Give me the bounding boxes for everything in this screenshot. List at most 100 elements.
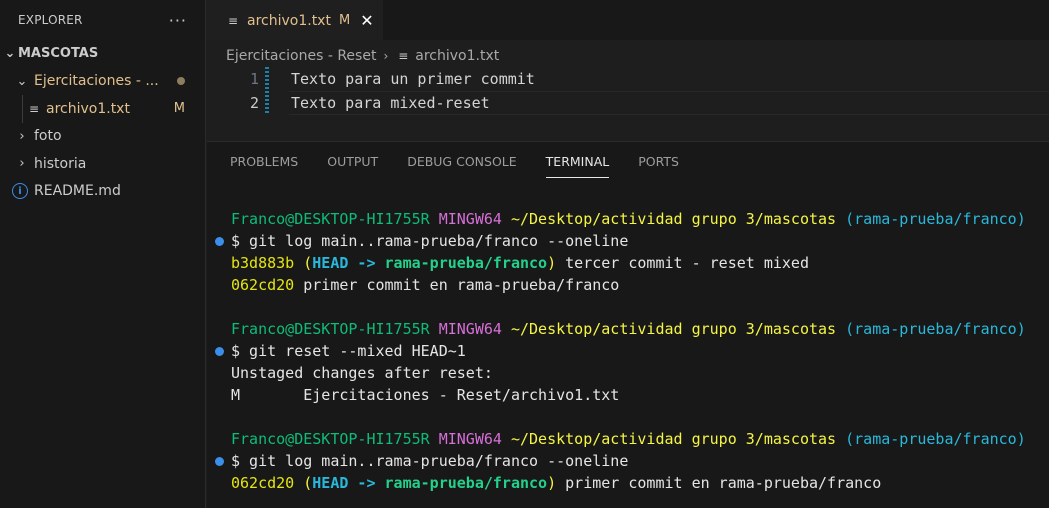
commit-message: tercer commit - reset mixed [556,254,809,272]
tab-status-badge: M [338,13,351,28]
commit-message: primer commit en rama-prueba/franco [556,474,882,492]
line-number: 1 [249,70,259,88]
terminal-output-line: Unstaged changes after reset: [207,362,1049,384]
file-label: README.md [34,183,121,200]
folder-label: foto [34,128,62,145]
workspace-root-label: MASCOTAS [18,46,99,62]
indent-guide [22,95,23,123]
prompt-env: MINGW64 [438,320,502,338]
tab-debug-console[interactable]: DEBUG CONSOLE [407,142,516,180]
tab-archivo1[interactable]: ≡ archivo1.txt M ✕ [207,0,383,40]
prompt-path: ~/Desktop/actividad grupo 3/mascotas [510,320,837,338]
chevron-down-icon: ⌄ [16,73,28,89]
folder-label: Ejercitaciones - ... [34,73,159,90]
tree-folder-ejercitaciones[interactable]: ⌄ Ejercitaciones - ... [0,68,205,96]
terminal-output-line: 062cd20 primer commit en rama-prueba/fra… [207,274,1049,296]
terminal-command-line: $ git reset --mixed HEAD~1 [207,340,1049,362]
commit-hash: b3d883b [231,254,295,272]
terminal-command-line: $ git log main..rama-prueba/franco --one… [207,230,1049,252]
command-text: $ git log main..rama-prueba/franco --one… [231,452,629,470]
command-decoration-icon[interactable] [215,347,224,356]
prompt-path: ~/Desktop/actividad grupo 3/mascotas [510,210,837,228]
terminal-prompt-line: Franco@DESKTOP-HI1755R MINGW64 ~/Desktop… [207,208,1049,230]
terminal-output-line: 062cd20 (HEAD -> rama-prueba/franco) pri… [207,472,1049,494]
commit-hash: 062cd20 [231,276,295,294]
output-text: M Ejercitaciones - Reset/archivo1.txt [231,386,620,404]
output-text: Unstaged changes after reset: [231,364,493,382]
folder-label: historia [34,155,87,172]
explorer-sidebar: EXPLORER ··· ⌄ MASCOTAS ⌄ Ejercitaciones… [0,0,206,508]
prompt-branch: (rama-prueba/franco) [845,430,1026,448]
terminal-output-line: M Ejercitaciones - Reset/archivo1.txt [207,384,1049,406]
chevron-right-icon: › [383,49,389,63]
prompt-path: ~/Desktop/actividad grupo 3/mascotas [510,430,837,448]
modified-dot-icon [177,77,185,86]
close-icon[interactable]: ✕ [360,11,373,30]
breadcrumb: Ejercitaciones - Reset › ≡ archivo1.txt [207,44,499,68]
tab-problems[interactable]: PROBLEMS [230,142,298,180]
chevron-right-icon: › [19,128,25,144]
ref-paren: ) [547,474,557,492]
gutter-modified-indicator [265,91,269,115]
ref-paren: ) [547,254,557,272]
prompt-user: Franco@DESKTOP-HI1755R [231,430,430,448]
tab-label: archivo1.txt [247,12,331,29]
chevron-down-icon: ⌄ [4,46,16,62]
prompt-env: MINGW64 [438,430,502,448]
code-editor[interactable]: 1 Texto para un primer commit 2 Texto pa… [207,67,1049,139]
commit-message: primer commit en rama-prueba/franco [294,276,620,294]
chevron-right-icon: › [19,156,25,172]
ref-paren: ( [303,254,313,272]
prompt-env: MINGW64 [438,210,502,228]
terminal-output-line: b3d883b (HEAD -> rama-prueba/franco) ter… [207,252,1049,274]
code-text: Texto para mixed-reset [291,94,490,112]
file-text-icon: ≡ [28,101,40,116]
file-text-icon: ≡ [227,13,239,28]
prompt-user: Franco@DESKTOP-HI1755R [231,210,430,228]
editor-tab-bar: ≡ archivo1.txt M ✕ [207,0,1049,40]
gutter-modified-indicator [265,67,269,91]
file-status-badge: M [173,101,185,117]
breadcrumb-folder[interactable]: Ejercitaciones - Reset [226,48,376,64]
head-ref: HEAD -> [312,474,385,492]
tab-terminal[interactable]: TERMINAL [545,142,609,180]
breadcrumb-file[interactable]: archivo1.txt [415,48,499,64]
ref-paren: ( [303,474,313,492]
tab-output[interactable]: OUTPUT [327,142,378,180]
tree-file-archivo1[interactable]: ≡ archivo1.txt M [0,95,205,123]
more-horizontal-icon[interactable]: ··· [169,11,187,30]
tree-folder-foto[interactable]: › foto [0,123,205,151]
explorer-header: EXPLORER ··· [0,0,205,40]
tree-file-readme[interactable]: i README.md [0,178,205,206]
workspace-root[interactable]: ⌄ MASCOTAS [0,40,205,68]
file-label: archivo1.txt [46,100,130,117]
panel-tabs: PROBLEMS OUTPUT DEBUG CONSOLE TERMINAL P… [207,142,1049,180]
commit-hash: 062cd20 [231,474,295,492]
tab-ports[interactable]: PORTS [638,142,679,180]
head-ref: HEAD -> [312,254,385,272]
terminal-prompt-line: Franco@DESKTOP-HI1755R MINGW64 ~/Desktop… [207,318,1049,340]
explorer-title: EXPLORER [18,13,83,27]
command-text: $ git reset --mixed HEAD~1 [231,342,466,360]
code-line[interactable]: 1 Texto para un primer commit [207,67,1049,91]
prompt-branch: (rama-prueba/franco) [845,320,1026,338]
code-line[interactable]: 2 Texto para mixed-reset [207,91,1049,115]
command-text: $ git log main..rama-prueba/franco --one… [231,232,629,250]
file-text-icon: ≡ [398,49,409,63]
prompt-user: Franco@DESKTOP-HI1755R [231,320,430,338]
command-decoration-icon[interactable] [215,457,224,466]
bottom-panel: PROBLEMS OUTPUT DEBUG CONSOLE TERMINAL P… [207,141,1049,508]
tree-folder-historia[interactable]: › historia [0,150,205,178]
terminal-prompt-line: Franco@DESKTOP-HI1755R MINGW64 ~/Desktop… [207,428,1049,450]
terminal-output[interactable]: Franco@DESKTOP-HI1755R MINGW64 ~/Desktop… [207,208,1049,494]
prompt-branch: (rama-prueba/franco) [845,210,1026,228]
command-decoration-icon[interactable] [215,237,224,246]
info-icon: i [12,183,28,200]
branch-ref: rama-prueba/franco [384,254,548,272]
line-number: 2 [249,94,259,112]
terminal-command-line: $ git log main..rama-prueba/franco --one… [207,450,1049,472]
branch-ref: rama-prueba/franco [384,474,548,492]
code-text: Texto para un primer commit [291,70,535,88]
